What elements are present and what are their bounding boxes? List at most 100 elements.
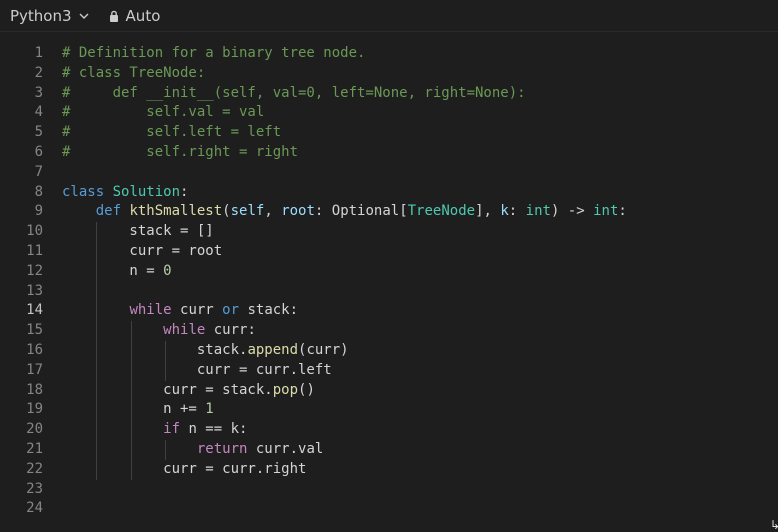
line-number: 19 <box>26 401 43 418</box>
code-token: curr = curr.left <box>62 361 332 378</box>
code-token: curr: <box>205 322 256 339</box>
line-number: 13 <box>26 282 43 299</box>
line-number: 15 <box>26 322 43 339</box>
code-token: # self.right = right <box>62 143 299 160</box>
auto-mode-label: Auto <box>125 6 161 25</box>
line-text: # self.val = val <box>62 103 264 123</box>
line-text: def kthSmallest(self, root: Optional[Tre… <box>62 202 627 222</box>
code-line[interactable]: 7 <box>0 163 778 183</box>
code-token: # self.left = left <box>62 124 282 141</box>
line-text: if n == k: <box>62 420 247 440</box>
line-number: 14 <box>26 302 43 319</box>
code-line[interactable]: 11 curr = root <box>0 242 778 262</box>
code-token: root <box>281 203 315 220</box>
line-text: while curr or stack: <box>62 301 298 321</box>
code-token: class <box>62 183 105 200</box>
indent-guide <box>96 222 97 480</box>
code-token: , <box>264 203 282 220</box>
line-text: curr = curr.left <box>62 361 332 381</box>
code-line[interactable]: 12 n = 0 <box>0 262 778 282</box>
code-token: or <box>222 302 240 319</box>
code-line[interactable]: 13 <box>0 282 778 302</box>
code-line[interactable]: 19 n += 1 <box>0 400 778 420</box>
line-number: 24 <box>26 500 43 517</box>
line-number: 7 <box>34 163 43 180</box>
language-label: Python3 <box>10 6 72 25</box>
code-line[interactable]: 14 while curr or stack: <box>0 301 778 321</box>
line-number: 11 <box>26 242 43 259</box>
indent-guide <box>165 440 166 460</box>
code-token: ) -> <box>550 203 594 220</box>
code-line[interactable]: 10 stack = [] <box>0 222 778 242</box>
code-token: curr = curr.right <box>62 460 307 477</box>
code-line[interactable]: 1 # Definition for a binary tree node. <box>0 44 778 64</box>
code-editor[interactable]: 1 # Definition for a binary tree node. 2 # … <box>0 34 778 530</box>
code-token: # class TreeNode: <box>62 64 206 81</box>
code-token: ( <box>222 203 231 220</box>
code-token: : <box>618 203 627 220</box>
code-token: curr <box>171 302 223 319</box>
line-text: # Definition for a binary tree node. <box>62 44 365 64</box>
code-line[interactable]: 4 # self.val = val <box>0 103 778 123</box>
line-number: 5 <box>34 124 43 141</box>
code-line[interactable]: 5 # self.left = left <box>0 123 778 143</box>
line-number: 3 <box>34 84 43 101</box>
line-number: 6 <box>34 143 43 160</box>
auto-mode-indicator[interactable]: Auto <box>108 6 161 25</box>
code-line[interactable]: 20 if n == k: <box>0 420 778 440</box>
code-line[interactable]: 8 class Solution: <box>0 183 778 203</box>
mouse-cursor-icon: ↳ <box>770 518 778 532</box>
code-token: n = <box>62 262 164 279</box>
code-token: # def __init__(self, val=0, left=None, r… <box>62 84 526 101</box>
language-selector[interactable]: Python3 <box>10 7 90 25</box>
code-line[interactable]: 21 return curr.val <box>0 440 778 460</box>
code-token: : Optional[ <box>314 203 408 220</box>
code-token: append <box>247 341 299 358</box>
code-line[interactable]: 6 # self.right = right <box>0 143 778 163</box>
code-line[interactable]: 18 curr = stack.pop() <box>0 381 778 401</box>
line-text: curr = curr.right <box>62 460 306 480</box>
code-line[interactable]: 3 # def __init__(self, val=0, left=None, … <box>0 84 778 104</box>
line-number: 20 <box>26 421 43 438</box>
line-number: 23 <box>26 480 43 497</box>
line-text: while curr: <box>62 321 256 341</box>
line-number: 17 <box>26 361 43 378</box>
code-token: curr = stack. <box>62 381 273 398</box>
code-line[interactable]: 2 # class TreeNode: <box>0 64 778 84</box>
code-line[interactable]: 22 curr = curr.right <box>0 460 778 480</box>
code-token: stack: <box>239 302 299 319</box>
code-token: () <box>298 381 315 398</box>
line-number: 9 <box>34 203 43 220</box>
code-line[interactable]: 9 def kthSmallest(self, root: Optional[T… <box>0 202 778 222</box>
code-token: stack. <box>62 341 248 358</box>
indent-guide <box>165 341 166 381</box>
code-token: while <box>129 302 172 319</box>
code-token: ], <box>475 203 501 220</box>
code-line[interactable]: 17 curr = curr.left <box>0 361 778 381</box>
code-line[interactable]: 24 <box>0 499 778 519</box>
code-line[interactable]: 16 stack.append(curr) <box>0 341 778 361</box>
code-token: 1 <box>205 401 214 418</box>
code-line[interactable]: 15 while curr: <box>0 321 778 341</box>
code-token: int <box>593 203 619 220</box>
code-token: n == k: <box>180 421 248 438</box>
line-number: 8 <box>34 183 43 200</box>
line-text: n += 1 <box>62 400 214 420</box>
code-token: self <box>230 203 265 220</box>
code-token: if <box>163 421 181 438</box>
code-token: while <box>163 322 206 339</box>
line-text: stack = [] <box>62 222 213 242</box>
code-line[interactable]: 23 <box>0 480 778 500</box>
line-text: n = 0 <box>62 262 171 282</box>
code-token: return <box>196 440 248 457</box>
line-text: # self.right = right <box>62 143 298 163</box>
code-token: pop <box>272 381 299 398</box>
code-token: n += <box>62 401 206 418</box>
line-number: 10 <box>26 223 43 240</box>
line-number: 18 <box>26 381 43 398</box>
line-number: 16 <box>26 341 43 358</box>
code-token: curr.val <box>247 440 324 457</box>
